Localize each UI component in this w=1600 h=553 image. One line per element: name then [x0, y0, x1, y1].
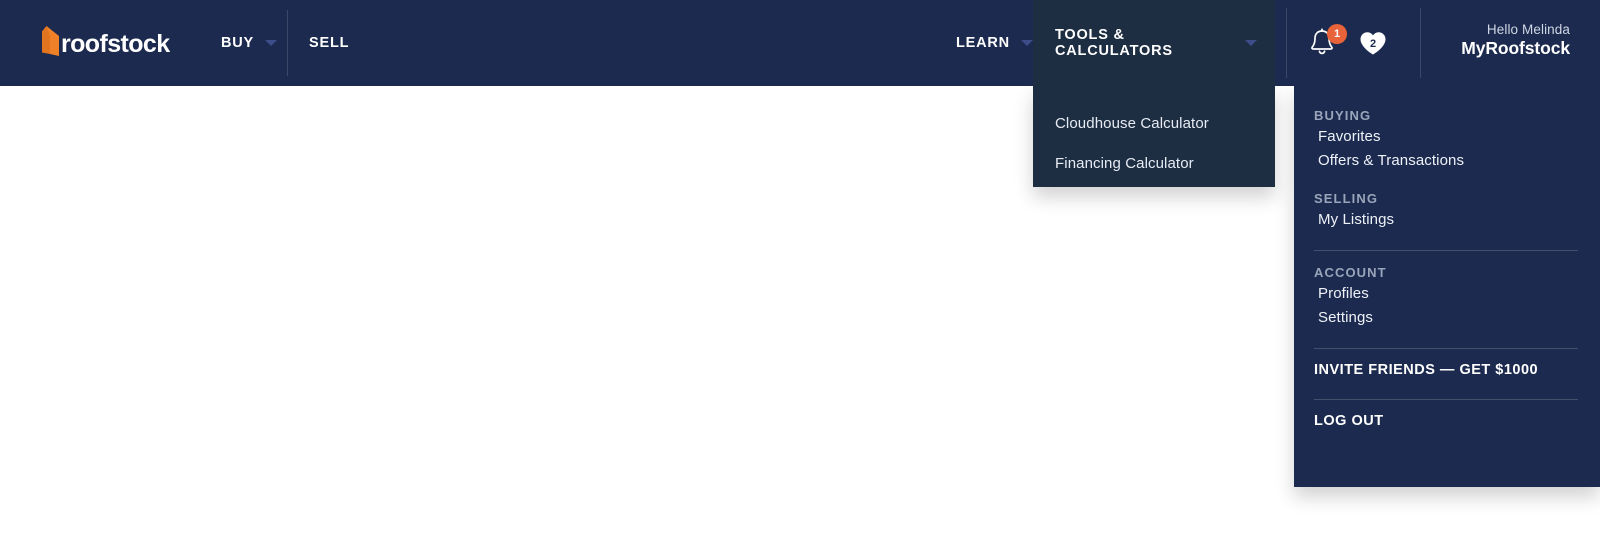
divider-account	[1314, 250, 1578, 251]
menu-item-favorites[interactable]: Favorites	[1314, 125, 1578, 149]
roofstock-arrow-logo-icon	[32, 25, 62, 61]
section-heading-buying: BUYING	[1314, 108, 1372, 123]
menu-item-settings[interactable]: Settings	[1314, 306, 1578, 330]
account-dropdown: BUYING Favorites Offers & Transactions S…	[1294, 86, 1600, 487]
logo-wordmark: roofstock	[61, 29, 170, 58]
menu-item-cloudhouse-calculator[interactable]: Cloudhouse Calculator	[1055, 104, 1275, 144]
tools-calculators-dropdown: Cloudhouse Calculator Financing Calculat…	[1033, 86, 1275, 187]
section-heading-account: ACCOUNT	[1314, 265, 1387, 280]
favorites-count: 2	[1369, 37, 1377, 50]
page-root: roofstock BUY SELL LEARN TOOLS & CALCULA…	[0, 0, 1600, 553]
menu-item-profiles[interactable]: Profiles	[1314, 282, 1578, 306]
nav-item-sell[interactable]: SELL	[291, 0, 367, 86]
menu-item-financing-calculator[interactable]: Financing Calculator	[1055, 144, 1275, 184]
notifications-button[interactable]: 1	[1308, 24, 1347, 61]
nav-label-sell: SELL	[309, 35, 350, 51]
header-divider-2	[1286, 8, 1287, 78]
divider-invite	[1314, 348, 1578, 349]
menu-item-invite-friends[interactable]: INVITE FRIENDS — GET $1000	[1314, 359, 1578, 381]
menu-item-offers-transactions[interactable]: Offers & Transactions	[1314, 149, 1578, 173]
roofstock-logo[interactable]: roofstock	[32, 24, 174, 62]
chevron-down-icon	[265, 40, 278, 46]
menu-item-my-listings[interactable]: My Listings	[1314, 208, 1578, 232]
notification-badge-count: 1	[1327, 24, 1347, 44]
bell-icon	[1308, 28, 1336, 61]
nav-item-buy[interactable]: BUY	[203, 0, 295, 86]
chevron-down-icon	[1020, 40, 1033, 46]
user-greeting: Hello Melinda	[1486, 22, 1570, 37]
account-label: MyRoofstock	[1461, 38, 1570, 58]
chevron-down-icon	[1245, 40, 1257, 46]
nav-item-tools-calculators[interactable]: TOOLS & CALCULATORS	[1033, 0, 1275, 86]
menu-item-log-out[interactable]: LOG OUT	[1314, 410, 1578, 432]
header-icon-cluster: 1 2	[1296, 0, 1400, 86]
favorites-button[interactable]: 2	[1358, 29, 1388, 57]
section-heading-selling: SELLING	[1314, 191, 1379, 206]
site-header: roofstock BUY SELL LEARN TOOLS & CALCULA…	[0, 0, 1600, 86]
nav-label-learn: LEARN	[956, 35, 1010, 51]
divider-logout	[1314, 399, 1578, 400]
account-menu-trigger[interactable]: Hello Melinda MyRoofstock	[1461, 21, 1570, 59]
header-divider-3	[1420, 8, 1421, 78]
nav-label-tools-calculators: TOOLS & CALCULATORS	[1055, 27, 1173, 59]
nav-label-buy: BUY	[221, 35, 255, 51]
header-divider-1	[287, 10, 288, 76]
